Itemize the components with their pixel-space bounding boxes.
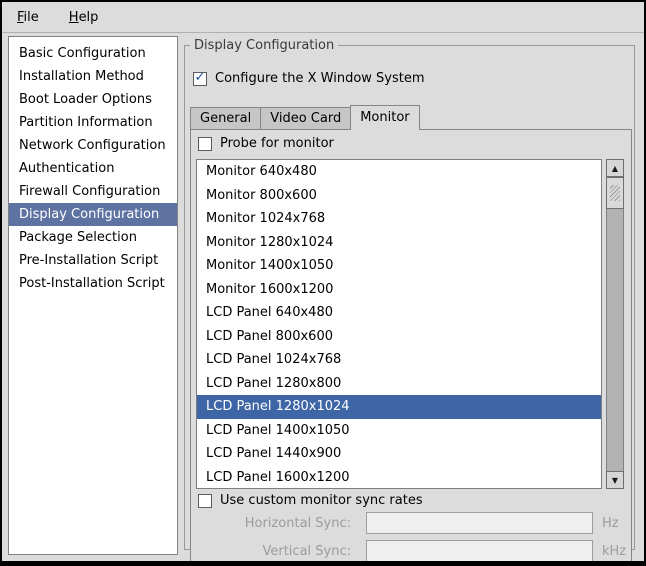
frame-title: Display Configuration: [190, 38, 338, 53]
menubar: File Help: [2, 2, 644, 33]
sidebar-item[interactable]: Post-Installation Script: [9, 272, 177, 295]
thumb-grip-icon: [610, 185, 620, 201]
vertical-sync-label: Vertical Sync:: [191, 544, 359, 559]
monitor-list-item[interactable]: Monitor 1600x1200: [197, 278, 601, 302]
monitor-tab-panel: Probe for monitor Monitor 640x480Monitor…: [190, 129, 632, 564]
monitor-list-item[interactable]: Monitor 800x600: [197, 184, 601, 208]
scroll-up-icon: ▲: [612, 164, 618, 173]
horizontal-sync-unit: Hz: [602, 516, 619, 531]
vertical-sync-unit: kHz: [602, 544, 626, 559]
monitor-list-item[interactable]: LCD Panel 1280x800: [197, 372, 601, 396]
monitor-list-item[interactable]: Monitor 1400x1050: [197, 254, 601, 278]
probe-monitor-checkbox[interactable]: [198, 137, 212, 151]
app-window: File Help Basic ConfigurationInstallation…: [0, 0, 646, 566]
configure-x-checkbox-row[interactable]: ✓ Configure the X Window System: [193, 71, 425, 86]
sidebar-item[interactable]: Installation Method: [9, 65, 177, 88]
custom-sync-label: Use custom monitor sync rates: [220, 493, 423, 508]
custom-sync-checkbox[interactable]: [198, 494, 212, 508]
sidebar-item[interactable]: Display Configuration: [9, 203, 177, 226]
monitor-list-item[interactable]: LCD Panel 1280x1024: [197, 395, 601, 419]
monitor-list: Monitor 640x480Monitor 800x600Monitor 10…: [196, 159, 602, 489]
menu-help[interactable]: Help: [66, 8, 102, 27]
monitor-list-scrollbar: ▲ ▼: [606, 159, 624, 489]
monitor-list-item[interactable]: Monitor 1280x1024: [197, 231, 601, 255]
horizontal-sync-input: [366, 512, 593, 534]
monitor-list-item[interactable]: LCD Panel 1600x1200: [197, 466, 601, 490]
menu-file[interactable]: File: [14, 8, 42, 27]
tab-monitor[interactable]: Monitor: [350, 105, 419, 130]
monitor-list-item[interactable]: LCD Panel 640x480: [197, 301, 601, 325]
sidebar-item[interactable]: Package Selection: [9, 226, 177, 249]
monitor-list-item[interactable]: Monitor 1024x768: [197, 207, 601, 231]
sidebar-list: Basic ConfigurationInstallation MethodBo…: [8, 36, 178, 555]
sidebar-item[interactable]: Partition Information: [9, 111, 177, 134]
sidebar-item[interactable]: Firewall Configuration: [9, 180, 177, 203]
custom-sync-checkbox-row[interactable]: Use custom monitor sync rates: [198, 493, 423, 508]
sidebar-item[interactable]: Pre-Installation Script: [9, 249, 177, 272]
probe-monitor-label: Probe for monitor: [220, 136, 334, 151]
monitor-list-item[interactable]: Monitor 640x480: [197, 160, 601, 184]
tab-video-card[interactable]: Video Card: [260, 107, 351, 129]
vertical-sync-input: [366, 540, 593, 562]
monitor-list-item[interactable]: LCD Panel 1440x900: [197, 442, 601, 466]
horizontal-sync-label: Horizontal Sync:: [191, 516, 359, 531]
check-icon: ✓: [195, 71, 206, 84]
monitor-list-item[interactable]: LCD Panel 1024x768: [197, 348, 601, 372]
notebook: GeneralVideo CardMonitor Probe for monit…: [190, 104, 632, 564]
scroll-down-button[interactable]: ▼: [606, 471, 624, 489]
sidebar-item[interactable]: Boot Loader Options: [9, 88, 177, 111]
configure-x-checkbox[interactable]: ✓: [193, 72, 207, 86]
horizontal-sync-row: Horizontal Sync: Hz: [191, 511, 619, 535]
monitor-list-item[interactable]: LCD Panel 1400x1050: [197, 419, 601, 443]
tab-general[interactable]: General: [190, 107, 261, 129]
configure-x-label: Configure the X Window System: [215, 71, 425, 86]
scroll-down-icon: ▼: [612, 476, 618, 485]
sidebar-item[interactable]: Basic Configuration: [9, 42, 177, 65]
monitor-list-item[interactable]: LCD Panel 800x600: [197, 325, 601, 349]
vertical-sync-row: Vertical Sync: kHz: [191, 539, 626, 563]
scrollbar-thumb[interactable]: [606, 177, 624, 209]
sidebar-item[interactable]: Network Configuration: [9, 134, 177, 157]
tab-bar: GeneralVideo CardMonitor: [190, 104, 419, 129]
probe-monitor-checkbox-row[interactable]: Probe for monitor: [198, 136, 334, 151]
scroll-up-button[interactable]: ▲: [606, 159, 624, 177]
sidebar-item[interactable]: Authentication: [9, 157, 177, 180]
display-configuration-frame: Display Configuration ✓ Configure the X …: [184, 38, 635, 550]
